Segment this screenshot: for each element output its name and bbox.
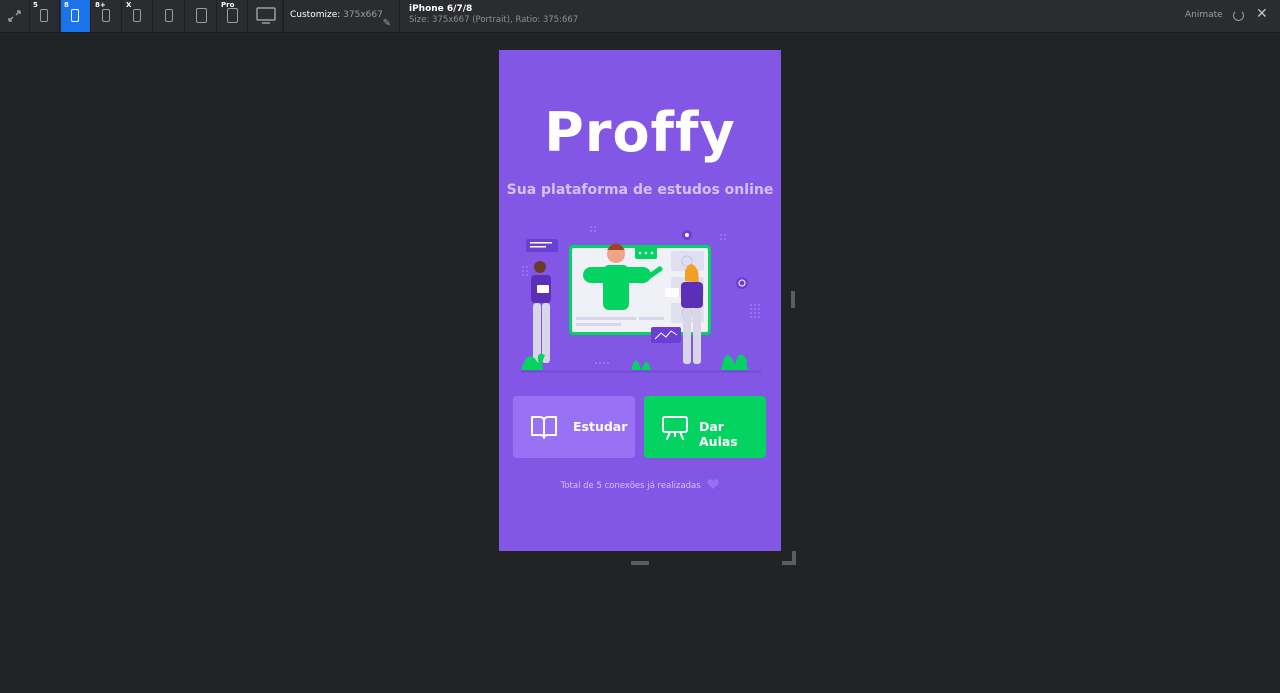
give-classes-button[interactable]: Dar Aulas — [644, 396, 766, 458]
study-button-label: Estudar — [573, 419, 628, 434]
expand-icon — [8, 10, 21, 22]
device-viewport: Proffy Sua plataforma de estudos online — [499, 50, 781, 551]
monitor-icon — [256, 7, 276, 24]
responsive-toolbar: 5 8 8+ X Pro Customize: 375x667 ✎ iPhone… — [0, 0, 1280, 33]
device-badge: X — [126, 1, 132, 9]
app-tagline: Sua plataforma de estudos online — [506, 182, 774, 198]
device-iphonex-button[interactable]: X — [123, 0, 153, 32]
device-tablet-button[interactable] — [187, 0, 217, 32]
phone-icon — [71, 9, 79, 22]
customize-label: Customize: — [290, 10, 341, 20]
resize-handle-right[interactable] — [791, 291, 795, 308]
device-badge: 5 — [33, 1, 38, 9]
book-open-icon — [531, 416, 557, 439]
give-classes-button-label: Dar Aulas — [699, 419, 738, 449]
animate-toggle[interactable]: Animate — [1185, 10, 1223, 20]
device-desktop-button[interactable] — [249, 0, 283, 32]
phone-icon — [102, 9, 110, 22]
heart-icon — [707, 479, 720, 489]
device-iphone8-button[interactable]: 8 — [61, 0, 91, 32]
device-badge: 8 — [64, 1, 69, 9]
device-title: iPhone 6/7/8 — [409, 4, 473, 14]
close-icon[interactable]: ✕ — [1256, 6, 1268, 22]
tablet-icon — [227, 8, 238, 23]
pencil-icon[interactable]: ✎ — [383, 9, 391, 39]
device-phone-button[interactable] — [155, 0, 185, 32]
landing-illustration — [521, 226, 761, 373]
device-iphone8plus-button[interactable]: 8+ — [92, 0, 122, 32]
connections-text: Total de 5 conexões já realizadas — [560, 481, 701, 491]
connections-counter: Total de 5 conexões já realizadas — [499, 479, 781, 491]
rotate-icon[interactable] — [1233, 10, 1244, 21]
resize-handle-bottom[interactable] — [631, 561, 649, 565]
phone-icon — [133, 9, 141, 22]
presentation-board-icon — [662, 416, 688, 440]
device-size-info: Size: 375x667 (Portrait), Ratio: 375:667 — [409, 15, 579, 25]
expand-button[interactable] — [0, 0, 30, 32]
phone-icon — [165, 9, 173, 22]
device-badge: 8+ — [95, 1, 106, 9]
customize-value: 375x667 — [343, 10, 383, 20]
app-logo: Proffy — [544, 101, 736, 164]
phone-icon — [40, 9, 48, 22]
device-ipad-pro-button[interactable]: Pro — [218, 0, 248, 32]
customize-size-field[interactable]: Customize: 375x667 ✎ — [283, 0, 400, 32]
tablet-icon — [196, 8, 207, 23]
device-iphone5-button[interactable]: 5 — [30, 0, 60, 32]
study-button[interactable]: Estudar — [513, 396, 635, 458]
resize-handle-corner[interactable] — [782, 551, 796, 565]
